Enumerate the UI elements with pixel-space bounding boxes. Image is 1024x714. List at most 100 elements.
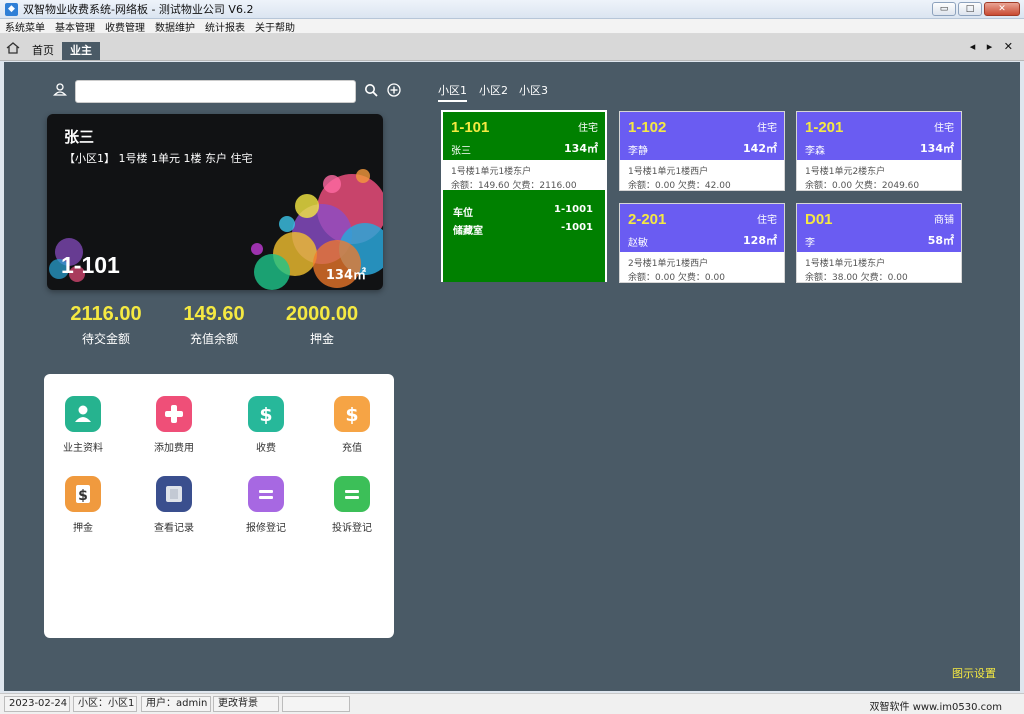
plus-icon	[156, 396, 192, 432]
recharge-button[interactable]: $ 充值	[312, 396, 392, 454]
equal-icon	[334, 476, 370, 512]
menu-basic[interactable]: 基本管理	[50, 19, 100, 34]
community-tab-1[interactable]: 小区1	[438, 82, 467, 102]
tab-home[interactable]: 首页	[26, 42, 60, 60]
house-card-d01[interactable]: D01 商铺 李 58㎡ 1号楼1单元1楼东户 余额：38.00 欠费：0.00	[796, 203, 962, 283]
svg-text:$: $	[78, 488, 88, 504]
stat-recharge-balance: 149.60 充值余额	[159, 303, 269, 347]
status-empty	[282, 696, 350, 712]
house-balance: 余额：0.00 欠费：2049.60	[805, 181, 920, 191]
record-icon	[156, 476, 192, 512]
tab-owner[interactable]: 业主	[62, 42, 100, 60]
house-type: 住宅	[757, 123, 777, 134]
menu-help[interactable]: 关于帮助	[250, 19, 300, 34]
window-controls: ▭ □ ✕	[932, 2, 1020, 16]
owner-card[interactable]: 张三 【小区1】 1号楼 1单元 1楼 东户 住宅 1-101 134㎡	[47, 114, 383, 290]
minimize-button[interactable]: ▭	[932, 2, 956, 16]
title-bar: ◆ 双智物业收费系统-网络板 - 测试物业公司 V6.2 ▭ □ ✕	[0, 0, 1024, 19]
owner-address: 【小区1】 1号楼 1单元 1楼 东户 住宅	[64, 152, 253, 165]
svg-text:$: $	[345, 404, 358, 425]
repair-register-button[interactable]: 报修登记	[226, 476, 306, 534]
tab-navigation[interactable]: ◂ ▸ ✕	[970, 40, 1017, 53]
equal-icon	[248, 476, 284, 512]
house-owner: 张三	[451, 146, 471, 157]
func-label: 业主资料	[63, 443, 103, 454]
dollar-icon: $	[65, 476, 101, 512]
collect-fee-button[interactable]: $ 收费	[226, 396, 306, 454]
house-owner: 李静	[628, 146, 648, 157]
house-area: 142㎡	[743, 142, 777, 155]
stat-deposit: 2000.00 押金	[267, 303, 377, 347]
house-location: 1号楼1单元1楼东户	[805, 259, 886, 269]
house-number: 2-201	[628, 211, 667, 228]
stat-value: 2116.00	[70, 303, 142, 325]
house-area: 134㎡	[564, 142, 598, 155]
add-circle-icon[interactable]	[387, 83, 401, 97]
close-button[interactable]: ✕	[984, 2, 1020, 16]
house-card-1-201[interactable]: 1-201 住宅 李森 134㎡ 1号楼1单元2楼东户 余额：0.00 欠费：2…	[796, 111, 962, 191]
stat-value: 149.60	[183, 303, 245, 325]
func-label: 收费	[256, 443, 276, 454]
house-location: 1号楼1单元2楼东户	[805, 167, 886, 177]
owner-search-input[interactable]	[75, 80, 356, 103]
house-area: 134㎡	[920, 142, 954, 155]
house-location: 1号楼1单元1楼西户	[628, 167, 709, 177]
func-label: 报修登记	[246, 523, 286, 534]
house-extras: 车位 1-1001 储藏室 -1001	[443, 190, 605, 282]
status-date: 2023-02-24	[4, 696, 70, 712]
func-label: 充值	[342, 443, 362, 454]
menu-bar: 系统菜单 基本管理 收费管理 数据维护 统计报表 关于帮助	[0, 19, 1024, 34]
complaint-register-button[interactable]: 投诉登记	[312, 476, 392, 534]
stat-label: 充值余额	[189, 332, 238, 346]
house-location: 1号楼1单元1楼东户	[451, 167, 532, 177]
legend-settings-link[interactable]: 图示设置	[952, 665, 996, 681]
house-header: 1-102 住宅 李静 142㎡	[620, 112, 784, 160]
menu-system[interactable]: 系统菜单	[0, 19, 50, 34]
house-owner: 李森	[805, 146, 825, 157]
search-icon[interactable]	[364, 83, 378, 97]
house-card-2-201[interactable]: 2-201 住宅 赵敏 128㎡ 2号楼1单元1楼西户 余额：0.00 欠费：0…	[619, 203, 785, 283]
house-balance: 余额：0.00 欠费：42.00	[628, 181, 731, 191]
house-number: 1-102	[628, 119, 667, 136]
deposit-button[interactable]: $ 押金	[43, 476, 123, 534]
community-tab-2[interactable]: 小区2	[479, 82, 508, 100]
status-user: 用户：admin	[141, 696, 211, 712]
svg-text:$: $	[259, 404, 272, 425]
dollar-icon: $	[248, 396, 284, 432]
status-community: 小区：小区1	[73, 696, 137, 712]
tab-bar: 首页 业主 ◂ ▸ ✕	[0, 34, 1024, 61]
home-icon[interactable]	[6, 42, 20, 54]
owner-name: 张三	[64, 128, 95, 146]
extra-label: 储藏室	[453, 226, 483, 237]
menu-data[interactable]: 数据维护	[150, 19, 200, 34]
house-number: D01	[805, 211, 833, 228]
house-header: 1-201 住宅 李森 134㎡	[797, 112, 961, 160]
extra-value: 1-1001	[554, 204, 593, 215]
user-icon	[53, 83, 67, 96]
func-label: 押金	[73, 523, 93, 534]
house-card-1-102[interactable]: 1-102 住宅 李静 142㎡ 1号楼1单元1楼西户 余额：0.00 欠费：4…	[619, 111, 785, 191]
house-header: 1-101 住宅 张三 134㎡	[443, 112, 605, 160]
function-panel: 业主资料 添加费用 $ 收费 $ 充值 $ 押金 查看记录 报修登记 投诉登记	[44, 374, 394, 638]
house-balance: 余额：0.00 欠费：0.00	[628, 273, 725, 283]
app-icon: ◆	[5, 2, 18, 16]
owner-info-button[interactable]: 业主资料	[43, 396, 123, 454]
community-tab-3[interactable]: 小区3	[519, 82, 548, 100]
main-area: 张三 【小区1】 1号楼 1单元 1楼 东户 住宅 1-101 134㎡ 211…	[4, 62, 1020, 691]
menu-billing[interactable]: 收费管理	[100, 19, 150, 34]
owner-unit-number: 1-101	[61, 252, 120, 278]
change-background-button[interactable]: 更改背景	[213, 696, 279, 712]
add-fee-button[interactable]: 添加费用	[134, 396, 214, 454]
house-number: 1-201	[805, 119, 844, 136]
menu-reports[interactable]: 统计报表	[200, 19, 250, 34]
stat-value: 2000.00	[285, 303, 359, 325]
house-header: 2-201 住宅 赵敏 128㎡	[620, 204, 784, 252]
owner-area: 134㎡	[325, 268, 366, 283]
func-label: 添加费用	[154, 443, 194, 454]
func-label: 查看记录	[154, 523, 194, 534]
status-bar: 2023-02-24 小区：小区1 用户：admin 更改背景 双智软件 www…	[0, 693, 1024, 714]
house-card-1-101[interactable]: 1-101 住宅 张三 134㎡ 1号楼1单元1楼东户 余额：149.60 欠费…	[441, 110, 607, 282]
stat-pending-amount: 2116.00 待交金额	[51, 303, 161, 347]
maximize-button[interactable]: □	[958, 2, 982, 16]
view-records-button[interactable]: 查看记录	[134, 476, 214, 534]
